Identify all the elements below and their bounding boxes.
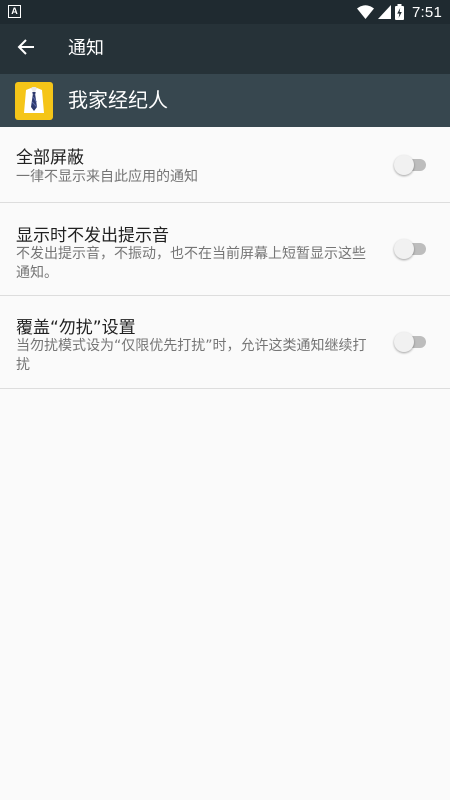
toggle-thumb	[394, 155, 414, 175]
wifi-icon	[357, 5, 374, 19]
setting-title: 覆盖“勿扰”设置	[16, 318, 136, 338]
status-icons: 7:51	[357, 0, 442, 24]
setting-block-all[interactable]: 全部屏蔽 一律不显示来自此应用的通知	[0, 127, 450, 203]
arrow-back-icon	[17, 38, 35, 60]
block-all-toggle[interactable]	[394, 155, 426, 175]
clock: 7:51	[412, 3, 442, 21]
shirt-tie-app-icon	[15, 82, 53, 120]
silent-toggle[interactable]	[394, 239, 426, 259]
toolbar: 通知	[0, 24, 450, 74]
setting-silent[interactable]: 显示时不发出提示音 不发出提示音，不振动，也不在当前屏幕上短暂显示这些通知。	[0, 203, 450, 296]
setting-summary: 当勿扰模式设为“仅限优先打扰”时，允许这类通知继续打扰	[16, 338, 367, 373]
toggle-thumb	[394, 332, 414, 352]
page-title: 通知	[68, 38, 104, 59]
setting-summary: 不发出提示音，不振动，也不在当前屏幕上短暂显示这些通知。	[16, 246, 366, 281]
setting-title: 全部屏蔽	[16, 148, 84, 168]
notification-badge-icon: A	[8, 5, 21, 18]
setting-override-dnd[interactable]: 覆盖“勿扰”设置 当勿扰模式设为“仅限优先打扰”时，允许这类通知继续打扰	[0, 296, 450, 389]
app-header: 我家经纪人	[0, 74, 450, 127]
battery-charging-icon	[395, 4, 404, 20]
app-name: 我家经纪人	[68, 88, 168, 112]
toggle-thumb	[394, 239, 414, 259]
override-dnd-toggle[interactable]	[394, 332, 426, 352]
settings-list: 全部屏蔽 一律不显示来自此应用的通知 显示时不发出提示音 不发出提示音，不振动，…	[0, 127, 450, 389]
cellular-signal-icon	[378, 5, 391, 19]
back-button[interactable]	[8, 31, 44, 67]
status-bar: A 7:51	[0, 0, 450, 24]
setting-title: 显示时不发出提示音	[16, 226, 169, 246]
setting-summary: 一律不显示来自此应用的通知	[16, 169, 198, 185]
